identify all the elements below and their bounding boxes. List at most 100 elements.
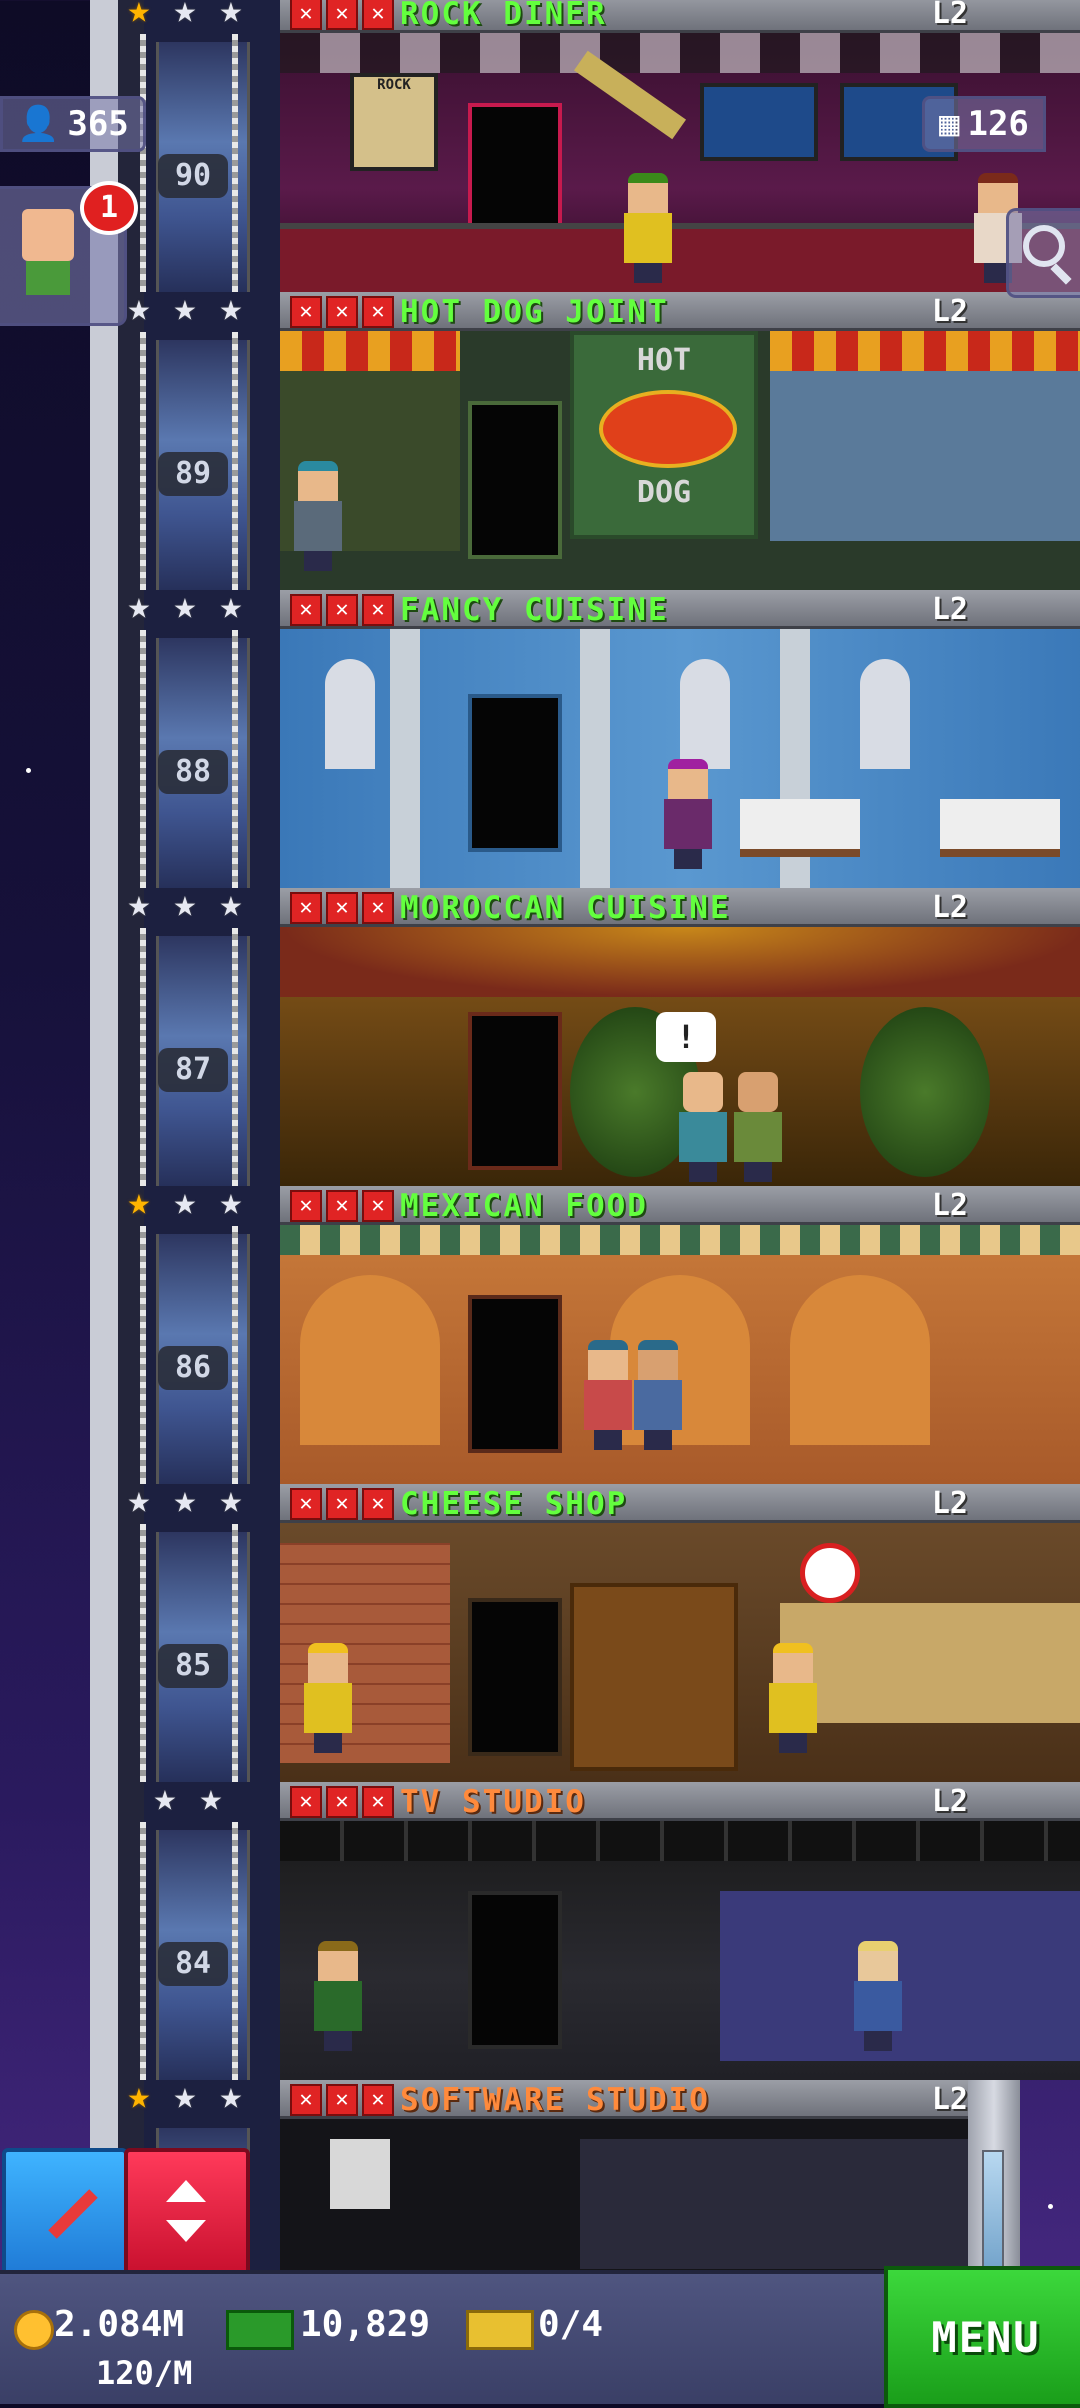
floor-level: L2 — [931, 294, 968, 329]
star-icon: ★ — [219, 1477, 243, 1521]
x-mark-icon: ✕ — [326, 1190, 358, 1222]
floor-rock-diner[interactable]: ★ ★ ★ 90 ✕ ✕ ✕ ROCK DINER L2 ROCK — [120, 0, 1080, 292]
visitor-button[interactable]: 1 — [0, 181, 138, 326]
room-interior: ! — [280, 927, 1080, 1186]
menu-button[interactable]: MENU — [884, 2266, 1080, 2408]
elevator-control-button[interactable] — [124, 2148, 250, 2278]
search-button[interactable] — [1006, 208, 1080, 298]
x-mark-icon: ✕ — [290, 0, 322, 30]
floor-level: L2 — [931, 2082, 968, 2117]
resident[interactable] — [765, 1643, 821, 1753]
elevator-rope — [140, 1524, 146, 1782]
population-value: 365 — [67, 104, 129, 144]
resident[interactable] — [580, 1340, 636, 1450]
elevator-rope — [232, 1524, 238, 1782]
floor-level: L2 — [931, 0, 968, 31]
x-mark-icon: ✕ — [326, 1488, 358, 1520]
rating-marks: ✕ ✕ ✕ — [290, 296, 394, 328]
x-mark-icon: ✕ — [290, 1190, 322, 1222]
office-window — [580, 2139, 968, 2269]
resident[interactable] — [730, 1072, 786, 1182]
drapes — [280, 927, 1080, 997]
x-mark-icon: ✕ — [290, 296, 322, 328]
elevator-rope — [140, 1822, 146, 2080]
floor-name: MEXICAN FOOD — [400, 1188, 648, 1224]
palm-plant — [860, 1007, 990, 1177]
floor-cheese-shop[interactable]: ★ ★ ★ 85 ✕ ✕ ✕ CHEESE SHOP L2 — [120, 1480, 1080, 1782]
x-mark-icon: ✕ — [326, 1786, 358, 1818]
coin-icon — [14, 2310, 54, 2350]
resident[interactable] — [660, 759, 716, 869]
resident[interactable] — [620, 173, 676, 283]
x-mark-icon: ✕ — [326, 594, 358, 626]
elevator-rope — [140, 1226, 146, 1484]
room-interior — [280, 1523, 1080, 1782]
cheese-counter — [780, 1603, 1080, 1723]
floor-level: L2 — [931, 1486, 968, 1521]
arch — [300, 1275, 440, 1445]
star-icon: ★ — [127, 1477, 151, 1521]
hot-dog-icon — [599, 390, 737, 468]
elevator-rope — [140, 928, 146, 1186]
x-mark-icon: ✕ — [290, 2084, 322, 2116]
elevator-rope — [232, 34, 238, 292]
floor-name: TV STUDIO — [400, 1784, 586, 1820]
coins-rate: 120/M — [96, 2354, 193, 2392]
arched-window — [325, 659, 375, 769]
population-counter[interactable]: 👤 365 — [0, 96, 146, 152]
x-mark-icon: ✕ — [290, 594, 322, 626]
building-icon: ▦ — [939, 104, 960, 144]
floor-number: 90 — [158, 154, 228, 198]
resident[interactable] — [675, 1072, 731, 1182]
star-icon: ★ — [219, 285, 243, 329]
resident[interactable] — [310, 1941, 366, 2051]
x-mark-icon: ✕ — [362, 2084, 394, 2116]
x-mark-icon: ✕ — [362, 296, 394, 328]
diner-counter — [280, 223, 1080, 292]
resident[interactable] — [300, 1643, 356, 1753]
room-door — [468, 694, 562, 852]
dining-table — [940, 799, 1060, 857]
bux-value: 10,829 — [300, 2304, 431, 2345]
x-mark-icon: ✕ — [326, 296, 358, 328]
star-icon: ★ — [219, 1179, 243, 1223]
window-view — [770, 371, 1080, 541]
resident[interactable] — [850, 1941, 906, 2051]
arch — [790, 1275, 930, 1445]
star-icon: ★ — [219, 881, 243, 925]
elevator-rope — [232, 1822, 238, 2080]
resident[interactable] — [290, 461, 346, 571]
awning — [770, 331, 1080, 371]
x-mark-icon: ✕ — [362, 1488, 394, 1520]
star-icon: ★ — [173, 2080, 197, 2117]
speech-bubble[interactable]: ! — [656, 1012, 716, 1062]
floor-stars: ★ ★ ★ — [120, 2080, 250, 2114]
edit-button[interactable] — [2, 2148, 128, 2278]
rating-marks: ✕ ✕ ✕ — [290, 1190, 394, 1222]
star-icon: ★ — [153, 1775, 177, 1819]
floor-fancy-cuisine[interactable]: ★ ★ ★ 88 ✕ ✕ ✕ FANCY CUISINE L2 — [120, 586, 1080, 888]
sign-text: DOG — [636, 475, 692, 510]
star-icon: ★ — [127, 1179, 151, 1223]
star-icon: ★ — [127, 881, 151, 925]
floor-number: 84 — [158, 1942, 228, 1986]
star-icon: ★ — [173, 1477, 197, 1521]
star-icon: ★ — [199, 1775, 223, 1819]
x-mark-icon: ✕ — [326, 892, 358, 924]
floor-moroccan-cuisine[interactable]: ★ ★ ★ 87 ✕ ✕ ✕ MOROCCAN CUISINE L2 ! — [120, 884, 1080, 1186]
elevator-rope — [232, 332, 238, 590]
sign-text: HOT — [636, 343, 692, 378]
floor-mexican-food[interactable]: ★ ★ ★ 86 ✕ ✕ ✕ MEXICAN FOOD L2 — [120, 1182, 1080, 1484]
floor-name: ROCK DINER — [400, 0, 607, 32]
floor-stars: ★ ★ ★ — [120, 586, 250, 624]
elevator-rope — [232, 1226, 238, 1484]
resident[interactable] — [630, 1340, 686, 1450]
floor-name: SOFTWARE STUDIO — [400, 2082, 710, 2118]
floors-counter[interactable]: ▦ 126 — [922, 96, 1046, 152]
floor-tv-studio[interactable]: ★ ★ 84 ✕ ✕ ✕ TV STUDIO L2 — [120, 1778, 1080, 2080]
rating-marks: ✕ ✕ ✕ — [290, 1786, 394, 1818]
floor-hot-dog-joint[interactable]: ★ ★ ★ 89 ✕ ✕ ✕ HOT DOG JOINT L2 HOT DOG — [120, 288, 1080, 590]
floor-stars: ★ ★ ★ — [120, 0, 250, 28]
elevator-rope — [232, 928, 238, 1186]
pillar — [580, 629, 610, 888]
